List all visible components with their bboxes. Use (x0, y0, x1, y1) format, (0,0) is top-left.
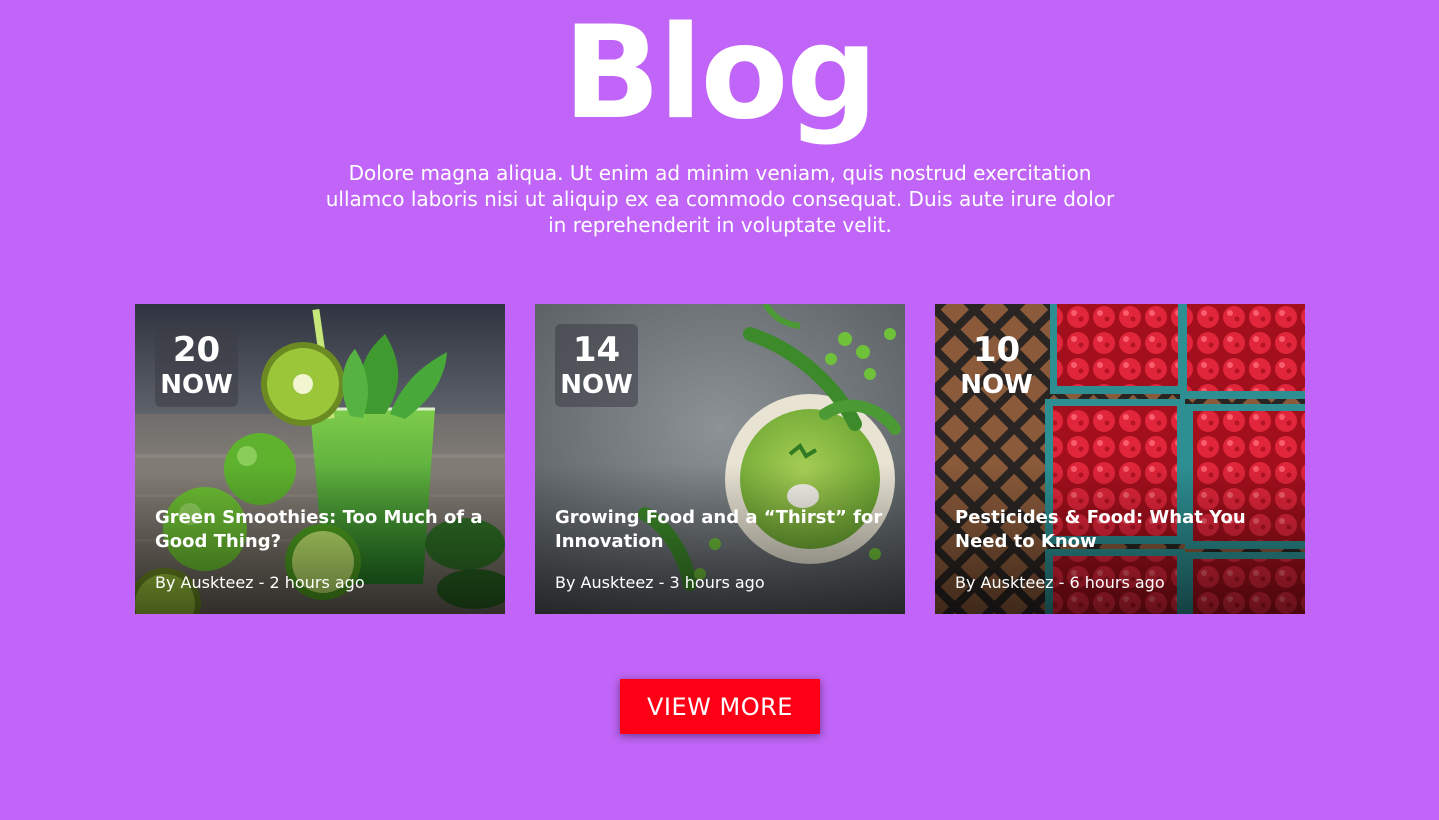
post-title[interactable]: Pesticides & Food: What You Need to Know (955, 506, 1285, 554)
intro-text: Dolore magna aliqua. Ut enim ad minim ve… (325, 161, 1115, 237)
blog-card[interactable]: 14 NOW Growing Food and a “Thirst” for I… (535, 304, 905, 614)
date-day: 10 (972, 330, 1021, 370)
date-label: NOW (560, 370, 633, 400)
date-badge: 10 NOW (955, 324, 1038, 407)
blog-card[interactable]: 10 NOW Pesticides & Food: What You Need … (935, 304, 1305, 614)
blog-section: Blog Dolore magna aliqua. Ut enim ad min… (0, 0, 1439, 820)
date-day: 14 (572, 330, 621, 370)
blog-card[interactable]: 20 NOW Green Smoothies: Too Much of a Go… (135, 304, 505, 614)
page-title: Blog (563, 0, 878, 148)
post-title[interactable]: Green Smoothies: Too Much of a Good Thin… (155, 506, 485, 554)
post-meta: By Auskteez - 3 hours ago (555, 573, 765, 592)
date-label: NOW (160, 370, 233, 400)
post-meta: By Auskteez - 2 hours ago (155, 573, 365, 592)
view-more-button[interactable]: VIEW MORE (620, 679, 820, 734)
post-title[interactable]: Growing Food and a “Thirst” for Innovati… (555, 506, 885, 554)
date-day: 20 (172, 330, 221, 370)
date-badge: 20 NOW (155, 324, 238, 407)
post-meta: By Auskteez - 6 hours ago (955, 573, 1165, 592)
date-label: NOW (960, 370, 1033, 400)
date-badge: 14 NOW (555, 324, 638, 407)
